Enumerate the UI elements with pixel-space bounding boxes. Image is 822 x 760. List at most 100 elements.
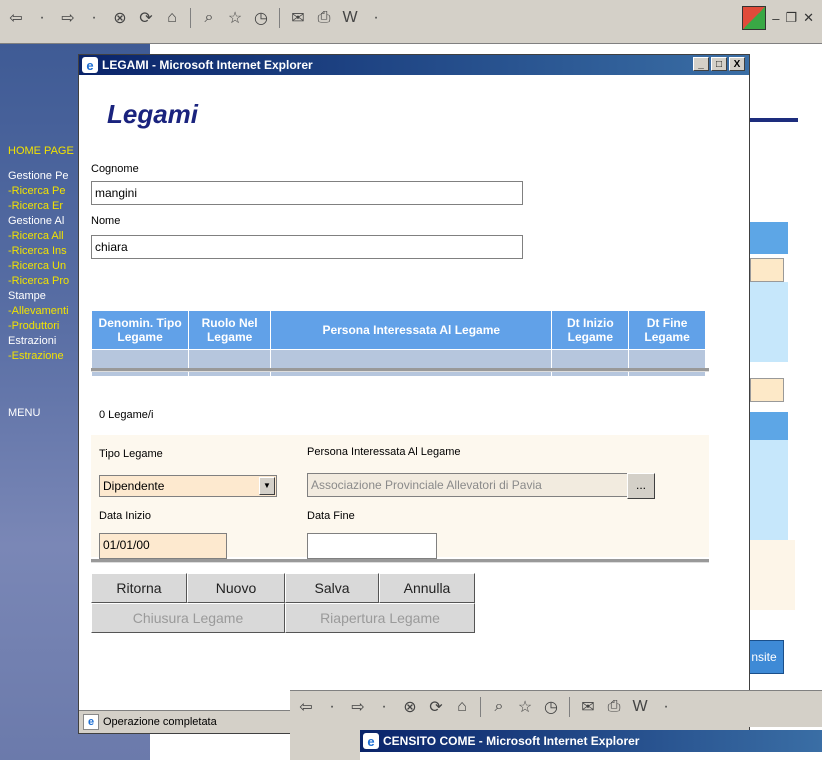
- windows-logo-icon: [742, 6, 767, 30]
- table-row[interactable]: [90, 349, 706, 377]
- column-header: Dt Inizio Legame: [551, 310, 630, 350]
- search-icon[interactable]: ⌕: [199, 8, 219, 28]
- second-window-titlebar[interactable]: e CENSITO COME - Microsoft Internet Expl…: [360, 730, 822, 752]
- print-icon[interactable]: ⎙: [604, 697, 624, 717]
- nav-link[interactable]: -Ricerca Er: [8, 199, 74, 214]
- lookup-button[interactable]: ...: [627, 473, 655, 499]
- second-browser-toolbar: ⇦ · ⇨ · ⊗ ⟳ ⌂ ⌕ ☆ ◷ ✉ ⎙ W ·: [290, 690, 822, 727]
- nav-menu[interactable]: MENU: [8, 406, 74, 421]
- nav-link[interactable]: -Ricerca Ins: [8, 244, 74, 259]
- nav-home[interactable]: HOME PAGE: [8, 144, 74, 159]
- salva-button[interactable]: Salva: [285, 573, 379, 603]
- table-cell: [188, 349, 272, 377]
- background-button[interactable]: nsite: [744, 640, 784, 674]
- nav-link[interactable]: -Ricerca All: [8, 229, 74, 244]
- nav-section: Estrazioni: [8, 335, 57, 347]
- ie-icon: e: [82, 57, 98, 73]
- table-header-row: Denomin. Tipo Legame Ruolo Nel Legame Pe…: [90, 310, 706, 350]
- favorites-icon[interactable]: ☆: [515, 697, 535, 717]
- dropdown-icon[interactable]: ·: [656, 697, 676, 717]
- forward-arrow-icon[interactable]: ⇨: [58, 8, 78, 28]
- column-header: Dt Fine Legame: [628, 310, 706, 350]
- word-icon[interactable]: W: [340, 8, 360, 28]
- nome-field[interactable]: chiara: [91, 235, 523, 259]
- search-icon[interactable]: ⌕: [489, 697, 509, 717]
- word-icon[interactable]: W: [630, 697, 650, 717]
- legami-table: Denomin. Tipo Legame Ruolo Nel Legame Pe…: [90, 310, 706, 377]
- nav-section: Gestione Pe: [8, 170, 69, 182]
- home-icon[interactable]: ⌂: [452, 697, 472, 717]
- maximize-button[interactable]: □: [711, 57, 727, 71]
- print-icon[interactable]: ⎙: [314, 8, 334, 28]
- nav-section: Stampe: [8, 290, 46, 302]
- dropdown-icon[interactable]: ·: [374, 697, 394, 717]
- stop-icon[interactable]: ⊗: [400, 697, 420, 717]
- persona-label: Persona Interessata Al Legame: [307, 446, 461, 458]
- back-arrow-icon[interactable]: ⇦: [6, 8, 26, 28]
- data-inizio-field[interactable]: 01/01/00: [99, 533, 227, 559]
- nav-link[interactable]: -Ricerca Un: [8, 259, 74, 274]
- table-cell: [270, 349, 553, 377]
- tipo-legame-select[interactable]: Dipendente ▼: [99, 475, 277, 497]
- restore-icon[interactable]: ❐: [785, 10, 797, 26]
- dropdown-icon[interactable]: ·: [366, 8, 386, 28]
- history-icon[interactable]: ◷: [541, 697, 561, 717]
- history-icon[interactable]: ◷: [251, 8, 271, 28]
- toolbar-separator: [569, 697, 570, 717]
- close-icon[interactable]: ✕: [803, 10, 814, 26]
- mail-icon[interactable]: ✉: [578, 697, 598, 717]
- forward-arrow-icon[interactable]: ⇨: [348, 697, 368, 717]
- riapertura-legame-button[interactable]: Riapertura Legame: [285, 603, 475, 633]
- nome-label: Nome: [91, 215, 121, 227]
- home-icon[interactable]: ⌂: [162, 8, 182, 28]
- background-field: [750, 258, 784, 282]
- second-window-frame: [290, 726, 360, 760]
- chevron-down-icon[interactable]: ▼: [259, 477, 275, 495]
- nav-link[interactable]: -Allevamenti: [8, 304, 74, 319]
- browser-toolbar: ⇦ · ⇨ · ⊗ ⟳ ⌂ ⌕ ☆ ◷ ✉ ⎙ W · – ❐ ✕: [0, 0, 822, 44]
- data-fine-field[interactable]: [307, 533, 437, 559]
- background-field: [750, 378, 784, 402]
- refresh-icon[interactable]: ⟳: [136, 8, 156, 28]
- background-panel: [750, 440, 788, 540]
- table-cell: [628, 349, 706, 377]
- window-title: LEGAMI - Microsoft Internet Explorer: [102, 58, 313, 72]
- window-titlebar[interactable]: e LEGAMI - Microsoft Internet Explorer _…: [79, 55, 749, 75]
- annulla-button[interactable]: Annulla: [379, 573, 475, 603]
- data-fine-label: Data Fine: [307, 510, 355, 522]
- background-nav: HOME PAGE Gestione Pe -Ricerca Pe -Ricer…: [8, 144, 74, 421]
- minimize-icon[interactable]: –: [772, 11, 779, 26]
- tipo-legame-label: Tipo Legame: [99, 448, 163, 460]
- window-content: Legami Cognome mangini Nome chiara Denom…: [79, 75, 749, 711]
- background-panel: [750, 540, 795, 610]
- nuovo-button[interactable]: Nuovo: [187, 573, 285, 603]
- column-header: Ruolo Nel Legame: [188, 310, 272, 350]
- dropdown-icon[interactable]: ·: [32, 8, 52, 28]
- cognome-label: Cognome: [91, 163, 139, 175]
- cognome-field[interactable]: mangini: [91, 181, 523, 205]
- page-title: Legami: [107, 99, 199, 129]
- nav-link[interactable]: -Ricerca Pro: [8, 274, 74, 289]
- toolbar-separator: [279, 8, 280, 28]
- legami-count: 0 Legame/i: [99, 409, 154, 421]
- stop-icon[interactable]: ⊗: [110, 8, 130, 28]
- legami-window: e LEGAMI - Microsoft Internet Explorer _…: [78, 54, 750, 734]
- nav-link[interactable]: -Estrazione: [8, 349, 74, 364]
- nav-link[interactable]: -Produttori: [8, 319, 74, 334]
- refresh-icon[interactable]: ⟳: [426, 697, 446, 717]
- mail-icon[interactable]: ✉: [288, 8, 308, 28]
- favorites-icon[interactable]: ☆: [225, 8, 245, 28]
- dropdown-icon[interactable]: ·: [84, 8, 104, 28]
- page-done-icon: e: [83, 714, 99, 730]
- minimize-button[interactable]: _: [693, 57, 709, 71]
- status-text: Operazione completata: [103, 716, 217, 728]
- persona-field[interactable]: Associazione Provinciale Allevatori di P…: [307, 473, 629, 497]
- back-arrow-icon[interactable]: ⇦: [296, 697, 316, 717]
- dropdown-icon[interactable]: ·: [322, 697, 342, 717]
- chiusura-legame-button[interactable]: Chiusura Legame: [91, 603, 285, 633]
- background-header-line: [748, 118, 798, 122]
- ritorna-button[interactable]: Ritorna: [91, 573, 187, 603]
- nav-link[interactable]: -Ricerca Pe: [8, 184, 74, 199]
- close-button[interactable]: X: [729, 57, 745, 71]
- data-inizio-label: Data Inizio: [99, 510, 151, 522]
